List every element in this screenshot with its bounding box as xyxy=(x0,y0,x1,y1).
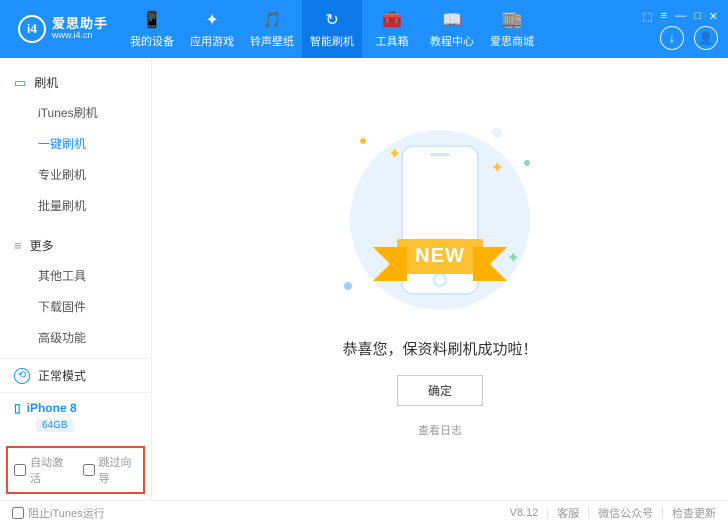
refresh-icon: ↻ xyxy=(325,10,338,30)
sidebar: ▭ 刷机 iTunes刷机 一键刷机 专业刷机 批量刷机 ≡ 更多 其他工具 下… xyxy=(0,58,152,500)
logo-icon: i4 xyxy=(18,15,46,43)
success-illustration: ✦ ✦ ✦ NEW xyxy=(330,120,550,320)
book-icon: 📖 xyxy=(442,10,462,30)
brand-name: 爱思助手 xyxy=(52,17,108,31)
close-icon[interactable]: ✕ xyxy=(709,10,718,23)
nav-toolbox[interactable]: 🧰工具箱 xyxy=(362,0,422,58)
device-icon: ▭ xyxy=(14,75,26,91)
nav-my-device[interactable]: 📱我的设备 xyxy=(122,0,182,58)
sidebar-group-flash: ▭ 刷机 xyxy=(0,68,151,97)
skin-icon[interactable]: ⬚ xyxy=(642,10,652,23)
nav-ringtones[interactable]: 🎵铃声壁纸 xyxy=(242,0,302,58)
refresh-icon: ⟲ xyxy=(14,368,30,384)
version-label: V8.12 xyxy=(510,507,539,519)
nav-tutorials[interactable]: 📖教程中心 xyxy=(422,0,482,58)
sidebar-item-pro-flash[interactable]: 专业刷机 xyxy=(0,159,151,190)
title-bar: i4 爱思助手 www.i4.cn 📱我的设备 ✦应用游戏 🎵铃声壁纸 ↻智能刷… xyxy=(0,0,728,58)
phone-icon: 📱 xyxy=(142,10,162,30)
device-info[interactable]: ▯iPhone 8 64GB xyxy=(0,393,151,440)
view-log-link[interactable]: 查看日志 xyxy=(418,422,462,438)
maximize-icon[interactable]: □ xyxy=(694,10,701,23)
sidebar-item-batch-flash[interactable]: 批量刷机 xyxy=(0,190,151,221)
apps-icon: ✦ xyxy=(205,10,218,30)
sidebar-item-itunes-flash[interactable]: iTunes刷机 xyxy=(0,97,151,128)
phone-icon: ▯ xyxy=(14,401,21,415)
skip-wizard-checkbox[interactable]: 跳过向导 xyxy=(83,454,138,486)
store-icon: 🏬 xyxy=(502,10,522,30)
minimize-icon[interactable]: — xyxy=(675,10,686,23)
sidebar-item-advanced[interactable]: 高级功能 xyxy=(0,322,151,353)
activation-options: 自动激活 跳过向导 xyxy=(6,446,145,494)
brand-logo: i4 爱思助手 www.i4.cn xyxy=(0,15,122,43)
wechat-link[interactable]: 微信公众号 xyxy=(598,505,653,521)
nav-apps[interactable]: ✦应用游戏 xyxy=(182,0,242,58)
sidebar-item-other-tools[interactable]: 其他工具 xyxy=(0,260,151,291)
ok-button[interactable]: 确定 xyxy=(397,375,483,406)
user-button[interactable]: 👤 xyxy=(694,26,718,50)
check-update-link[interactable]: 检查更新 xyxy=(672,505,716,521)
nav-flash[interactable]: ↻智能刷机 xyxy=(302,0,362,58)
menu-icon[interactable]: ≡ xyxy=(661,10,667,23)
window-controls: ⬚ ≡ — □ ✕ xyxy=(642,4,728,23)
block-itunes-checkbox[interactable]: 阻止iTunes运行 xyxy=(12,505,105,521)
music-icon: 🎵 xyxy=(262,10,282,30)
main-content: ✦ ✦ ✦ NEW 恭喜您，保资料刷机成功啦！ 确定 查看日志 xyxy=(152,58,728,500)
support-link[interactable]: 客服 xyxy=(557,505,579,521)
success-message: 恭喜您，保资料刷机成功啦！ xyxy=(342,338,537,359)
status-bar: 阻止iTunes运行 V8.12 | 客服 | 微信公众号 | 检查更新 xyxy=(0,500,728,524)
sidebar-item-oneclick-flash[interactable]: 一键刷机 xyxy=(0,128,151,159)
top-nav: 📱我的设备 ✦应用游戏 🎵铃声壁纸 ↻智能刷机 🧰工具箱 📖教程中心 🏬爱思商城 xyxy=(122,0,542,58)
toolbox-icon: 🧰 xyxy=(382,10,402,30)
device-mode[interactable]: ⟲ 正常模式 xyxy=(0,359,151,393)
sidebar-group-more: ≡ 更多 xyxy=(0,231,151,260)
sidebar-item-download-firmware[interactable]: 下载固件 xyxy=(0,291,151,322)
list-icon: ≡ xyxy=(14,238,22,253)
auto-activate-checkbox[interactable]: 自动激活 xyxy=(14,454,69,486)
download-button[interactable]: ↓ xyxy=(660,26,684,50)
brand-site: www.i4.cn xyxy=(52,31,108,41)
storage-badge: 64GB xyxy=(36,419,74,432)
nav-store[interactable]: 🏬爱思商城 xyxy=(482,0,542,58)
new-ribbon: NEW xyxy=(397,239,483,274)
